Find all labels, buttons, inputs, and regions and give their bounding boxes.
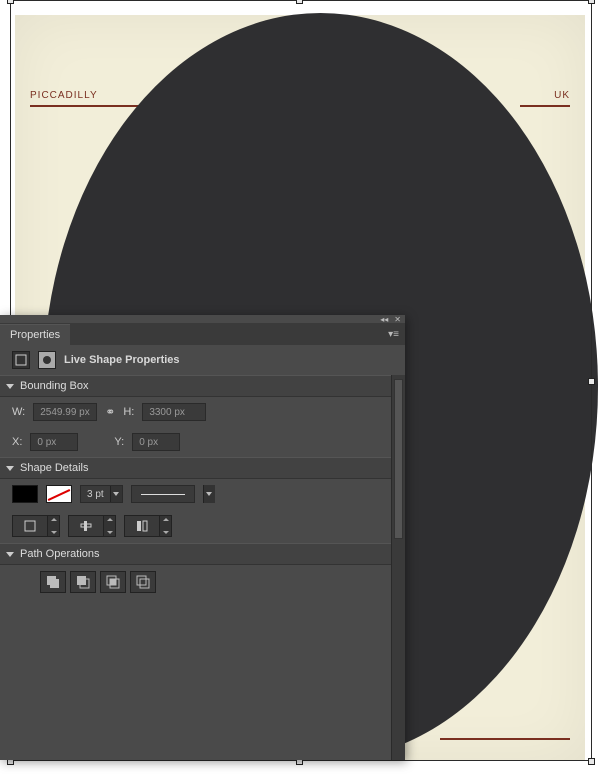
disclosure-triangle-icon [6, 552, 14, 557]
transform-handle[interactable] [296, 0, 303, 4]
stroke-style-dropdown[interactable] [131, 485, 195, 503]
height-field[interactable] [142, 403, 206, 421]
panel-title-row: Live Shape Properties [0, 345, 405, 375]
tab-properties[interactable]: Properties [0, 324, 70, 345]
width-label: W: [12, 406, 25, 418]
width-field[interactable] [33, 403, 97, 421]
transform-handle[interactable] [588, 378, 595, 385]
section-bounding-box[interactable]: Bounding Box [0, 375, 405, 397]
disclosure-triangle-icon [6, 384, 14, 389]
pathop-intersect-button[interactable] [100, 571, 126, 593]
disclosure-triangle-icon [6, 466, 14, 471]
panel-menu-icon[interactable]: ▾≡ [382, 329, 405, 340]
link-wh-icon[interactable]: ⚭ [105, 405, 115, 419]
poster-rule-bottom [440, 738, 570, 740]
stroke-swatch[interactable] [46, 485, 72, 503]
section-label: Shape Details [20, 462, 89, 474]
stroke-width-field[interactable]: 3 pt [80, 485, 123, 503]
pathop-exclude-button[interactable] [130, 571, 156, 593]
pathop-subtract-button[interactable] [70, 571, 96, 593]
transform-handle[interactable] [588, 0, 595, 4]
panel-tab-bar: Properties ▾≡ [0, 323, 405, 345]
x-field[interactable] [30, 433, 78, 451]
stroke-width-dropdown[interactable] [110, 486, 122, 502]
poster-text-left: PICCADILLY [30, 90, 140, 107]
height-label: H: [123, 406, 134, 418]
section-path-operations[interactable]: Path Operations [0, 543, 405, 565]
properties-panel[interactable]: ◂◂ ✕ Properties ▾≡ Live Shape Properties… [0, 315, 405, 760]
pathop-combine-button[interactable] [40, 571, 66, 593]
poster-text-right: UK [520, 90, 570, 107]
section-label: Bounding Box [20, 380, 89, 392]
stroke-width-value: 3 pt [81, 489, 110, 500]
y-field[interactable] [132, 433, 180, 451]
transform-handle[interactable] [7, 0, 14, 4]
panel-controls: ◂◂ ✕ [0, 315, 405, 323]
panel-title: Live Shape Properties [64, 354, 180, 366]
panel-scrollbar[interactable] [391, 375, 405, 760]
section-shape-details[interactable]: Shape Details [0, 457, 405, 479]
stroke-style-caret[interactable] [203, 485, 215, 503]
x-label: X: [12, 436, 22, 448]
section-label: Path Operations [20, 548, 100, 560]
align-h-control[interactable] [68, 515, 116, 537]
live-shape-icon[interactable] [38, 351, 56, 369]
fill-swatch[interactable] [12, 485, 38, 503]
align-edges-control[interactable] [12, 515, 60, 537]
transform-handle[interactable] [588, 758, 595, 765]
scrollbar-thumb[interactable] [394, 379, 403, 539]
y-label: Y: [114, 436, 124, 448]
shape-type-icon[interactable] [12, 351, 30, 369]
align-v-control[interactable] [124, 515, 172, 537]
